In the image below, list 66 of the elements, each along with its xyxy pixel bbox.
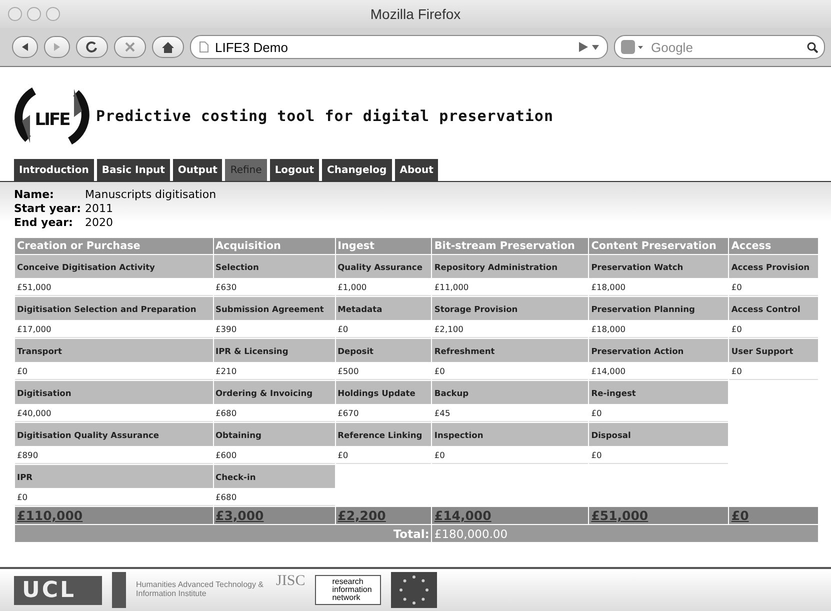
field-label: Name: (14, 188, 55, 201)
cost-item-label: Conceive Digitisation Activity (15, 255, 212, 278)
column-header: Access (729, 238, 818, 254)
grand-total: £180,000.00 (432, 525, 818, 542)
cost-item-label: Preservation Action (589, 339, 728, 362)
cost-item-label: Backup (432, 381, 588, 404)
total-label: Total: (393, 526, 430, 540)
total-link[interactable]: £2,200 (338, 508, 386, 523)
address-text: LIFE3 Demo (215, 40, 289, 54)
field-value: 2011 (85, 202, 114, 215)
nav-tab[interactable]: Output (172, 159, 222, 181)
cost-item-label: Refreshment (432, 339, 588, 362)
cost-item-label: Digitisation Selection and Preparation (15, 297, 212, 320)
cost-item-label: IPR (15, 465, 212, 488)
cost-item-label: Deposit (336, 339, 432, 362)
nav-tab[interactable]: About (394, 159, 438, 181)
window-title: Mozilla Firefox (370, 6, 461, 22)
column-header: Bit-stream Preservation (432, 238, 588, 254)
field-label: End year: (14, 216, 74, 229)
cost-item-label: Reference Linking (336, 423, 432, 446)
cost-item-label: Ordering & Invoicing (214, 381, 335, 404)
nav-tab[interactable]: Changelog (322, 159, 392, 181)
hatii-logo: Humanities Advanced Technology & Information Institute (136, 581, 265, 599)
nav-tab[interactable]: Basic Input (96, 159, 170, 181)
cost-item-label: Submission Agreement (214, 297, 335, 320)
cost-item-label: IPR & Licensing (214, 339, 335, 362)
cost-item-label: Disposal (589, 423, 728, 446)
cost-item-label: Transport (15, 339, 212, 362)
cost-item-label: Storage Provision (432, 297, 588, 320)
cost-item-label: Digitisation Quality Assurance (15, 423, 212, 446)
address-bar[interactable]: LIFE3 Demo (190, 35, 608, 59)
ucl-logo: UCL (14, 576, 102, 604)
field-value: 2020 (85, 216, 114, 229)
search-field[interactable]: Google (614, 35, 825, 59)
total-link[interactable]: £110,000 (17, 508, 83, 523)
cost-item-label: Repository Administration (432, 255, 588, 278)
field-label: Start year: (14, 202, 82, 215)
nav-tab[interactable]: Introduction (14, 159, 94, 181)
cost-item-label: Obtaining (214, 423, 335, 446)
nav-tab[interactable]: Logout (270, 159, 319, 181)
field-value: Manuscripts digitisation (85, 188, 216, 201)
cost-item-label: Re-ingest (589, 381, 728, 404)
cost-item-label: Holdings Update (336, 381, 432, 404)
cost-item-label: Quality Assurance (336, 255, 432, 278)
total-link[interactable]: £51,000 (591, 508, 648, 523)
cost-item-label: Access Provision (729, 255, 818, 278)
cost-item-label: User Support (729, 339, 818, 362)
cost-item-label: Preservation Watch (589, 255, 728, 278)
rin-logo: research information network (315, 575, 382, 605)
column-header: Ingest (336, 238, 432, 254)
page-title: Predictive costing tool for digital preservation (96, 107, 554, 125)
cost-item-label: Metadata (336, 297, 432, 320)
column-header: Acquisition (214, 238, 335, 254)
total-link[interactable]: £0 (731, 508, 749, 523)
column-header: Creation or Purchase (15, 238, 212, 254)
logo-text: LIFE (34, 110, 70, 130)
cost-item-label: Check-in (214, 465, 335, 488)
total-link[interactable]: £3,000 (216, 508, 264, 523)
cost-item-label: Inspection (432, 423, 588, 446)
cost-item-label: Selection (214, 255, 335, 278)
total-link[interactable]: £14,000 (434, 508, 492, 523)
column-header: Content Preservation (589, 238, 728, 254)
cost-item-label: Digitisation (15, 381, 212, 404)
cost-item-label: Preservation Planning (589, 297, 728, 320)
jisc-logo: JISC (276, 573, 306, 590)
cost-item-label: Access Control (729, 297, 818, 320)
